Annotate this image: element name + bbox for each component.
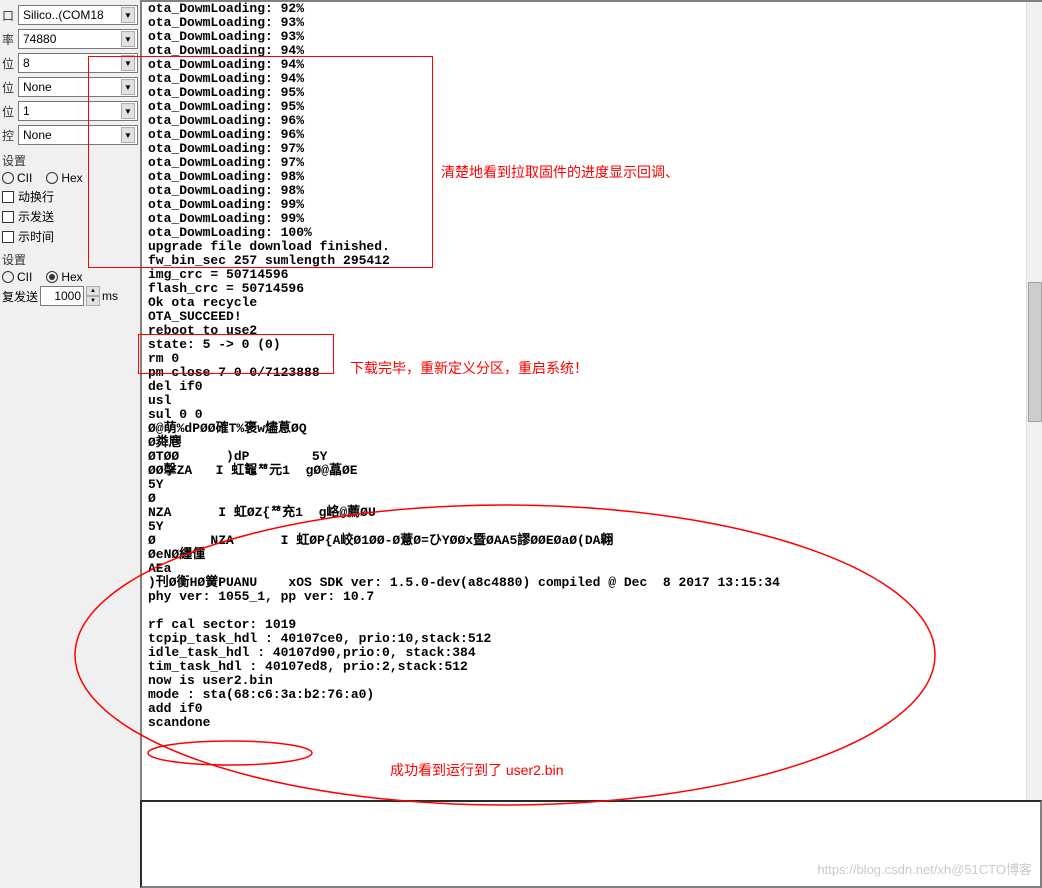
port-combo[interactable]: Silico..(COM18 ▼ (18, 5, 138, 25)
chevron-down-icon[interactable]: ▼ (121, 127, 135, 143)
flow-label: 控 (2, 127, 18, 144)
spin-down-icon[interactable]: ▼ (86, 296, 100, 306)
chevron-down-icon[interactable]: ▼ (121, 79, 135, 95)
spin-up-icon[interactable]: ▲ (86, 286, 100, 296)
send-section-label: 设置 (2, 251, 138, 268)
recv-hex-radio[interactable]: Hex (46, 171, 82, 185)
parity-combo[interactable]: None ▼ (18, 77, 138, 97)
repeat-interval-input[interactable] (40, 286, 84, 306)
scroll-thumb[interactable] (1028, 282, 1042, 422)
baud-combo[interactable]: 74880 ▼ (18, 29, 138, 49)
annotation-text-2: 下载完毕，重新定义分区，重启系统！ (350, 358, 588, 378)
annotation-text-1: 清楚地看到拉取固件的进度显示回调、 (441, 162, 679, 182)
send-hex-radio[interactable]: Hex (46, 270, 82, 284)
annotation-text-3: 成功看到运行到了 user2.bin (390, 760, 563, 780)
recv-section-label: 设置 (2, 152, 138, 169)
data-bits-label: 位 (2, 55, 18, 72)
showtime-check[interactable]: 示时间 (2, 228, 138, 245)
chevron-down-icon[interactable]: ▼ (121, 103, 135, 119)
recv-ascii-radio[interactable]: CII (2, 171, 32, 185)
autowrap-check[interactable]: 动换行 (2, 188, 138, 205)
flow-combo[interactable]: None ▼ (18, 125, 138, 145)
port-label: 口 (2, 7, 18, 24)
stop-bits-label: 位 (2, 103, 18, 120)
ms-label: ms (102, 289, 118, 303)
terminal-text: ota_DowmLoading: 92% ota_DowmLoading: 93… (142, 2, 1042, 730)
databits-combo[interactable]: 8 ▼ (18, 53, 138, 73)
send-ascii-radio[interactable]: CII (2, 270, 32, 284)
showsend-check[interactable]: 示发送 (2, 208, 138, 225)
chevron-down-icon[interactable]: ▼ (121, 55, 135, 71)
parity-label: 位 (2, 79, 18, 96)
baud-label: 率 (2, 31, 18, 48)
stopbits-combo[interactable]: 1 ▼ (18, 101, 138, 121)
watermark-text: https://blog.csdn.net/xh@51CTO博客 (817, 859, 1032, 878)
config-sidebar: 口 Silico..(COM18 ▼ 率 74880 ▼ 位 8 ▼ 位 Non… (0, 0, 140, 800)
chevron-down-icon[interactable]: ▼ (121, 31, 135, 47)
vertical-scrollbar[interactable] (1026, 2, 1042, 800)
chevron-down-icon[interactable]: ▼ (121, 7, 135, 23)
repeat-label: 复发送 (2, 288, 38, 305)
terminal-output[interactable]: ota_DowmLoading: 92% ota_DowmLoading: 93… (140, 0, 1042, 800)
